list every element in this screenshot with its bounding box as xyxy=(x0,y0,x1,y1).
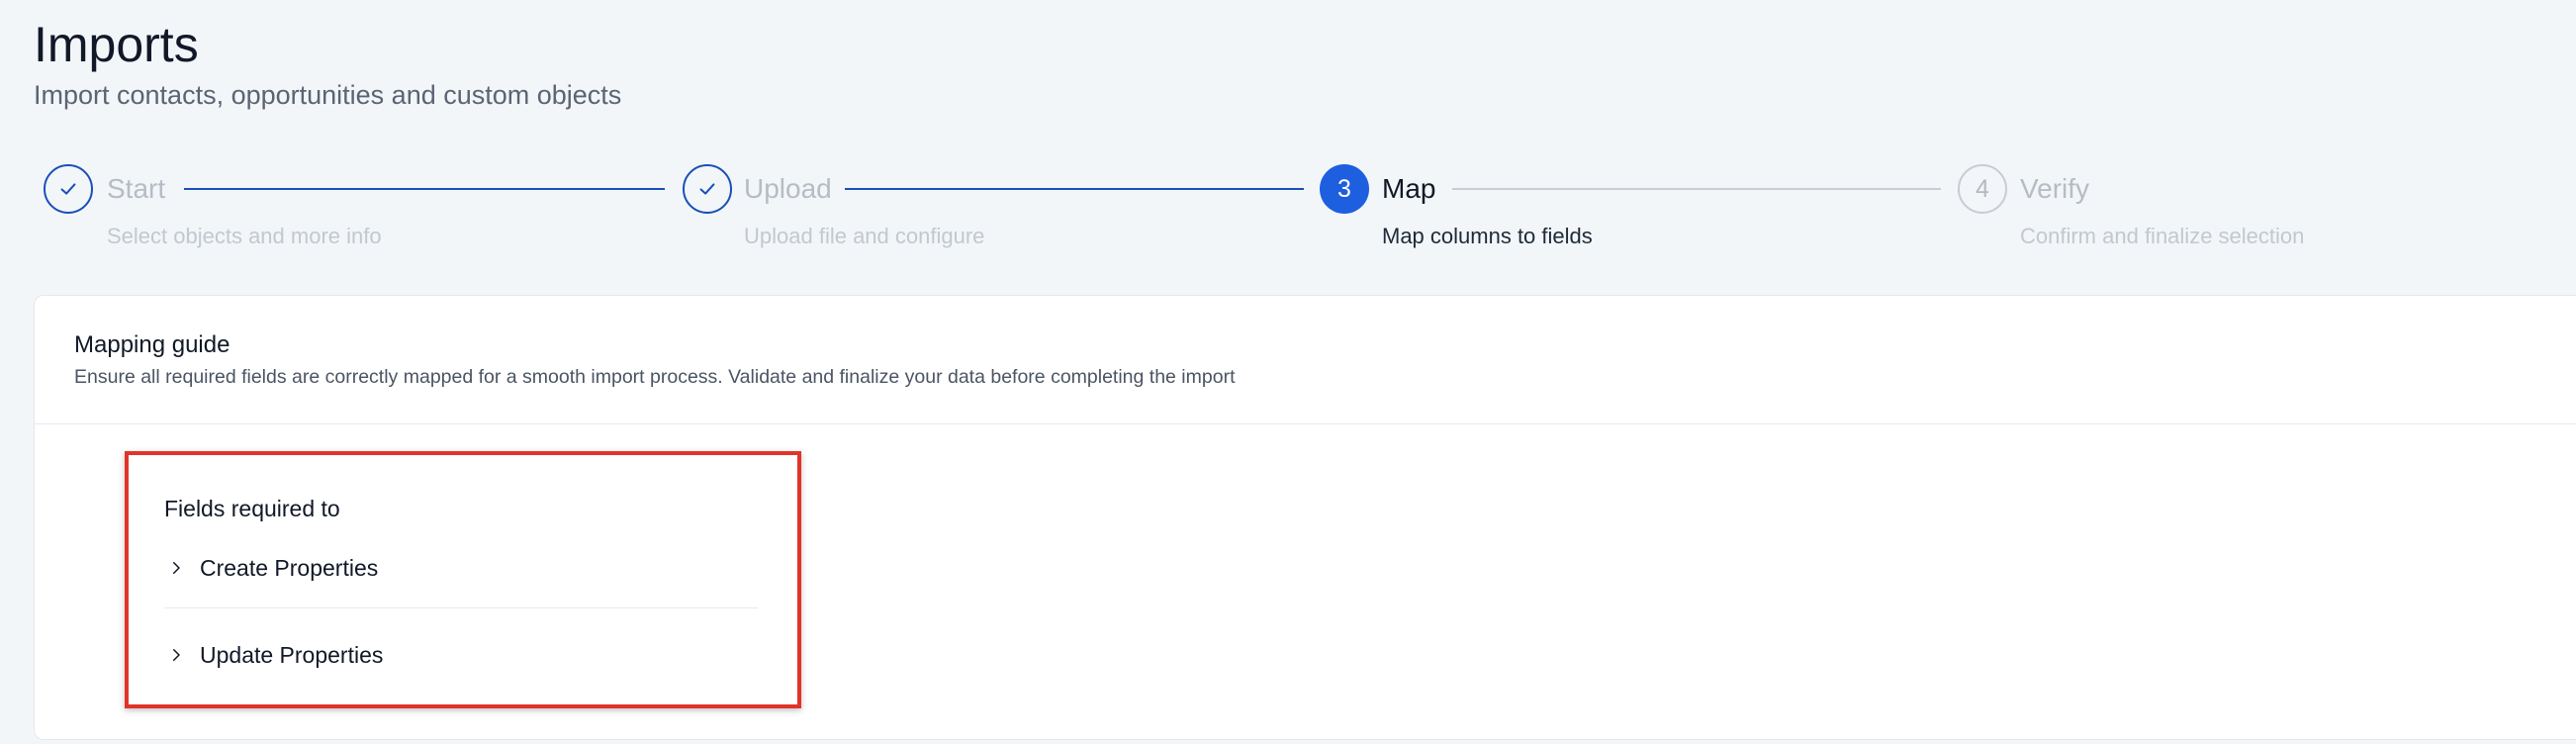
step-verify-number[interactable]: 4 xyxy=(1958,164,2007,214)
step-start-title[interactable]: Start xyxy=(107,170,165,208)
chevron-right-icon xyxy=(164,643,188,667)
page-title: Imports xyxy=(34,17,199,72)
page-subtitle: Import contacts, opportunities and custo… xyxy=(34,80,622,110)
update-properties-label: Update Properties xyxy=(200,642,384,668)
mapping-guide-title: Mapping guide xyxy=(74,331,230,358)
required-fields-title: Fields required to xyxy=(164,496,340,521)
create-properties-accordion[interactable]: Create Properties xyxy=(164,548,378,588)
create-properties-label: Create Properties xyxy=(200,555,379,581)
step-start-description: Select objects and more info xyxy=(107,224,382,248)
required-fields-panel: Fields required to Create Properties Upd… xyxy=(125,451,801,708)
imports-page: Imports Import contacts, opportunities a… xyxy=(0,0,2576,744)
step-connector-1 xyxy=(184,188,665,190)
step-verify-description: Confirm and finalize selection xyxy=(2020,224,2305,248)
step-connector-3 xyxy=(1452,188,1941,190)
update-properties-accordion[interactable]: Update Properties xyxy=(164,635,383,675)
step-map-number[interactable]: 3 xyxy=(1320,164,1369,214)
step-map-title[interactable]: Map xyxy=(1382,170,1435,208)
mapping-guide-header: Mapping guide Ensure all required fields… xyxy=(35,296,2576,424)
step-start-check-icon[interactable] xyxy=(44,164,93,214)
step-upload-check-icon[interactable] xyxy=(683,164,732,214)
mapping-guide-description: Ensure all required fields are correctly… xyxy=(74,366,1236,388)
step-upload-title[interactable]: Upload xyxy=(744,170,832,208)
accordion-divider xyxy=(164,607,758,608)
step-upload-description: Upload file and configure xyxy=(744,224,985,248)
chevron-right-icon xyxy=(164,556,188,580)
step-verify-title[interactable]: Verify xyxy=(2020,170,2089,208)
step-connector-2 xyxy=(845,188,1304,190)
step-map-description: Map columns to fields xyxy=(1382,224,1593,248)
